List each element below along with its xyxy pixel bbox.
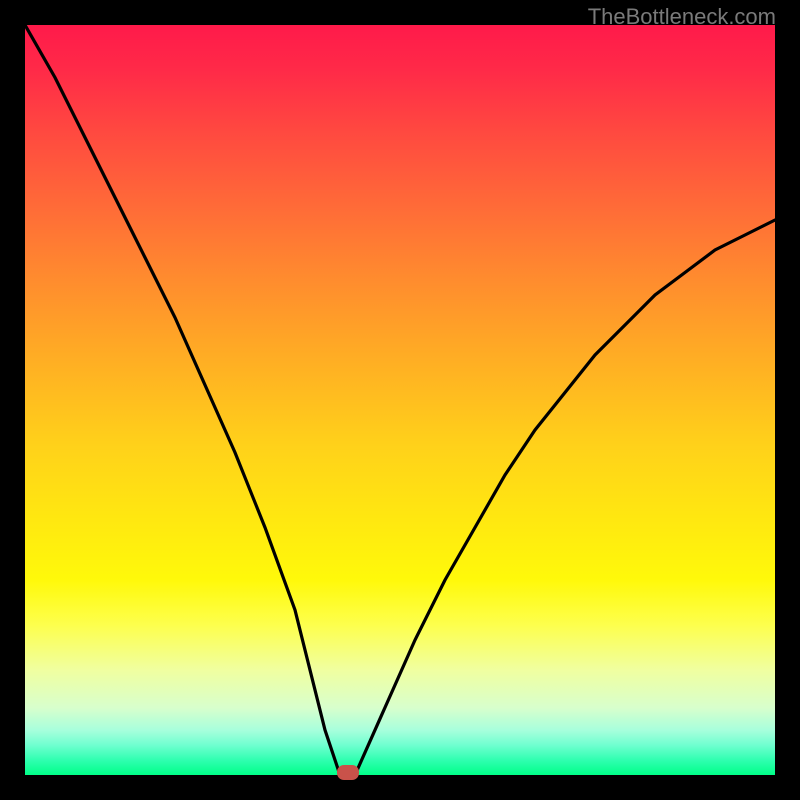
curve-svg [25, 25, 775, 775]
optimal-point-marker [337, 765, 359, 780]
bottleneck-curve-line [25, 25, 775, 775]
plot-frame [25, 25, 775, 775]
watermark-text: TheBottleneck.com [588, 4, 776, 30]
